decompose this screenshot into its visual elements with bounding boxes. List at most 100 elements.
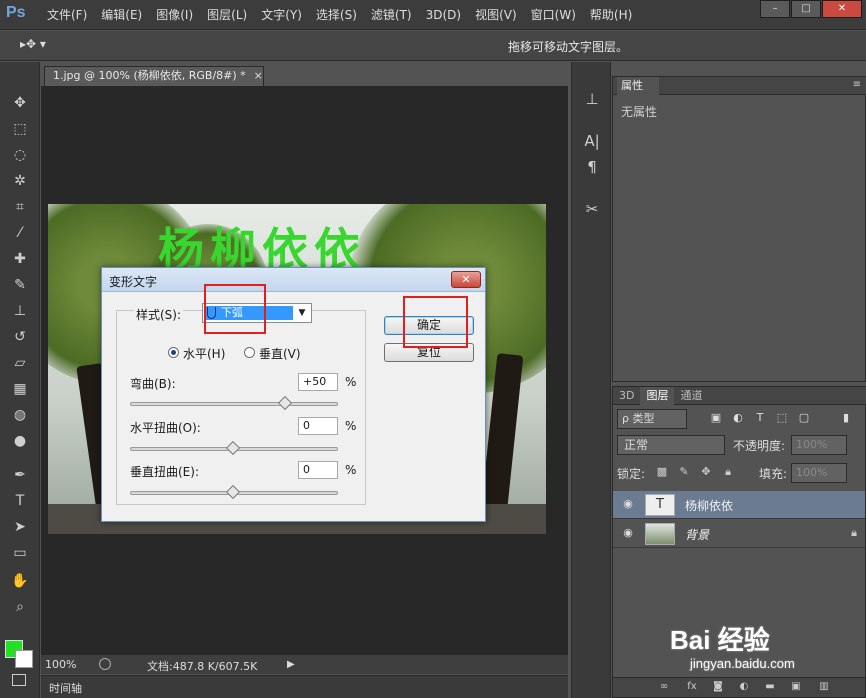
lock-position-icon[interactable]: ✥ bbox=[699, 465, 713, 479]
document-info: 文档:487.8 K/607.5K bbox=[147, 660, 258, 673]
properties-tab[interactable]: 属性 bbox=[617, 77, 659, 95]
tool-presets-panel-icon[interactable]: ✂ bbox=[581, 198, 603, 220]
fx-icon[interactable]: fx bbox=[685, 680, 699, 694]
menu-layer[interactable]: 图层(L) bbox=[200, 0, 254, 30]
properties-tab-bar: 属性 ≡ bbox=[613, 77, 866, 95]
menu-view[interactable]: 视图(V) bbox=[468, 0, 524, 30]
visibility-eye-icon[interactable]: ◉ bbox=[621, 526, 635, 540]
fill-input[interactable]: 100% bbox=[791, 463, 847, 483]
maximize-button[interactable]: □ bbox=[791, 0, 821, 18]
clone-stamp-tool-icon[interactable]: ⊥ bbox=[9, 300, 31, 322]
mask-icon[interactable]: ◙ bbox=[711, 680, 725, 694]
tab-layers[interactable]: 图层 bbox=[640, 387, 675, 405]
tab-channels[interactable]: 通道 bbox=[674, 387, 708, 405]
healing-brush-tool-icon[interactable]: ✚ bbox=[9, 248, 31, 270]
shape-tool-icon[interactable]: ▭ bbox=[9, 542, 31, 564]
stamp-panel-icon[interactable]: ⊥ bbox=[581, 88, 603, 110]
link-icon[interactable]: ∞ bbox=[657, 680, 671, 694]
horizontal-distortion-slider[interactable] bbox=[130, 440, 338, 456]
tool-preset-picker[interactable]: ▸✥ ▾ bbox=[20, 37, 60, 55]
layers-tab-bar: 3D 图层 通道 bbox=[613, 387, 866, 405]
pixel-filter-icon[interactable]: ▣ bbox=[709, 411, 723, 425]
image-layer-thumbnail bbox=[645, 523, 675, 545]
menu-edit[interactable]: 编辑(E) bbox=[94, 0, 149, 30]
shape-filter-icon[interactable]: ⬚ bbox=[775, 411, 789, 425]
path-selection-tool-icon[interactable]: ➤ bbox=[9, 516, 31, 538]
dialog-title-bar[interactable]: 变形文字 ✕ bbox=[102, 268, 485, 292]
magic-wand-tool-icon[interactable]: ✲ bbox=[9, 170, 31, 192]
quick-mask-icon[interactable] bbox=[12, 674, 26, 686]
background-color-swatch[interactable] bbox=[15, 650, 33, 668]
close-window-button[interactable]: ✕ bbox=[822, 0, 862, 18]
lasso-tool-icon[interactable]: ◌ bbox=[9, 144, 31, 166]
new-layer-icon[interactable]: ▣ bbox=[789, 680, 803, 694]
panel-menu-icon[interactable]: ≡ bbox=[853, 79, 861, 90]
filter-toggle-icon[interactable]: ▮ bbox=[839, 411, 853, 425]
menu-image[interactable]: 图像(I) bbox=[149, 0, 200, 30]
menu-file[interactable]: 文件(F) bbox=[40, 0, 94, 30]
move-tool-icon[interactable]: ✥ bbox=[9, 92, 31, 114]
properties-empty-text: 无属性 bbox=[621, 105, 658, 119]
horizontal-radio[interactable] bbox=[168, 347, 179, 358]
paragraph-panel-icon[interactable]: ¶ bbox=[581, 156, 603, 178]
folder-icon[interactable]: ▬ bbox=[763, 680, 777, 694]
eraser-tool-icon[interactable]: ▱ bbox=[9, 352, 31, 374]
type-tool-icon[interactable]: T bbox=[9, 490, 31, 512]
zoom-level[interactable]: 100% bbox=[45, 658, 76, 671]
blend-mode-select[interactable]: 正常 bbox=[617, 435, 725, 455]
options-bar: ▸✥ ▾ 拖移可移动文字图层。 bbox=[0, 31, 866, 61]
type-filter-icon[interactable]: T bbox=[753, 411, 767, 425]
history-brush-tool-icon[interactable]: ↺ bbox=[9, 326, 31, 348]
vertical-radio[interactable] bbox=[244, 347, 255, 358]
crop-tool-icon[interactable]: ⌗ bbox=[9, 196, 31, 218]
trash-icon[interactable]: ▥ bbox=[817, 680, 831, 694]
layer-row-text[interactable]: ◉ T 杨柳依依 bbox=[613, 491, 865, 519]
brush-tool-icon[interactable]: ✎ bbox=[9, 274, 31, 296]
blur-tool-icon[interactable]: ◍ bbox=[9, 404, 31, 426]
vertical-distortion-input[interactable]: 0 bbox=[298, 461, 338, 479]
eyedropper-tool-icon[interactable]: ⁄ bbox=[9, 222, 31, 244]
zoom-tool-icon[interactable]: ⌕ bbox=[9, 596, 31, 618]
minimize-button[interactable]: – bbox=[760, 0, 790, 18]
gradient-tool-icon[interactable]: ▦ bbox=[9, 378, 31, 400]
document-tab[interactable]: 1.jpg @ 100% (杨柳依依, RGB/8#) * × bbox=[44, 66, 264, 86]
bend-slider[interactable] bbox=[130, 395, 338, 411]
close-document-icon[interactable]: × bbox=[254, 69, 263, 82]
character-panel-icon[interactable]: A| bbox=[581, 130, 603, 152]
horizontal-distortion-input[interactable]: 0 bbox=[298, 417, 338, 435]
lock-pixels-icon[interactable]: ✎ bbox=[677, 465, 691, 479]
marquee-tool-icon[interactable]: ⬚ bbox=[9, 118, 31, 140]
layer-name[interactable]: 杨柳依依 bbox=[685, 497, 733, 514]
lock-transparency-icon[interactable]: ▩ bbox=[655, 465, 669, 479]
visibility-eye-icon[interactable]: ◉ bbox=[621, 497, 635, 511]
bend-input[interactable]: +50 bbox=[298, 373, 338, 391]
hand-tool-icon[interactable]: ✋ bbox=[9, 570, 31, 592]
status-menu-arrow-icon[interactable]: ▶ bbox=[287, 659, 295, 670]
layer-name[interactable]: 背景 bbox=[685, 526, 709, 543]
menu-window[interactable]: 窗口(W) bbox=[524, 0, 583, 30]
status-info-icon[interactable] bbox=[99, 658, 111, 670]
menu-type[interactable]: 文字(Y) bbox=[254, 0, 309, 30]
timeline-tab[interactable]: 时间轴 bbox=[49, 680, 82, 696]
dialog-close-button[interactable]: ✕ bbox=[451, 271, 481, 288]
vertical-distortion-slider[interactable] bbox=[130, 484, 338, 500]
chevron-down-icon[interactable]: ▼ bbox=[295, 306, 309, 320]
dodge-tool-icon[interactable]: ● bbox=[9, 430, 31, 452]
layer-row-background[interactable]: ◉ 背景 🔒︎ bbox=[613, 520, 865, 548]
smart-object-filter-icon[interactable]: ▢ bbox=[797, 411, 811, 425]
menu-select[interactable]: 选择(S) bbox=[309, 0, 364, 30]
menu-3d[interactable]: 3D(D) bbox=[419, 0, 468, 30]
watermark-logo: Bai 经验 bbox=[670, 625, 770, 655]
document-tab-title: 1.jpg @ 100% (杨柳依依, RGB/8#) * bbox=[53, 69, 246, 82]
menu-help[interactable]: 帮助(H) bbox=[583, 0, 639, 30]
adjustment-icon[interactable]: ◐ bbox=[737, 680, 751, 694]
tab-3d[interactable]: 3D bbox=[613, 387, 640, 405]
tools-panel: ✥ ⬚ ◌ ✲ ⌗ ⁄ ✚ ✎ ⊥ ↺ ▱ ▦ ◍ ● ✒ T ➤ ▭ ✋ ⌕ bbox=[0, 62, 40, 698]
opacity-input[interactable]: 100% bbox=[791, 435, 847, 455]
menu-filter[interactable]: 滤镜(T) bbox=[364, 0, 419, 30]
adjustment-filter-icon[interactable]: ◐ bbox=[731, 411, 745, 425]
layer-filter-select[interactable]: ρ 类型 bbox=[617, 409, 687, 429]
highlight-box-style bbox=[204, 284, 266, 334]
lock-all-icon[interactable]: 🔒︎ bbox=[721, 465, 735, 479]
pen-tool-icon[interactable]: ✒ bbox=[9, 464, 31, 486]
